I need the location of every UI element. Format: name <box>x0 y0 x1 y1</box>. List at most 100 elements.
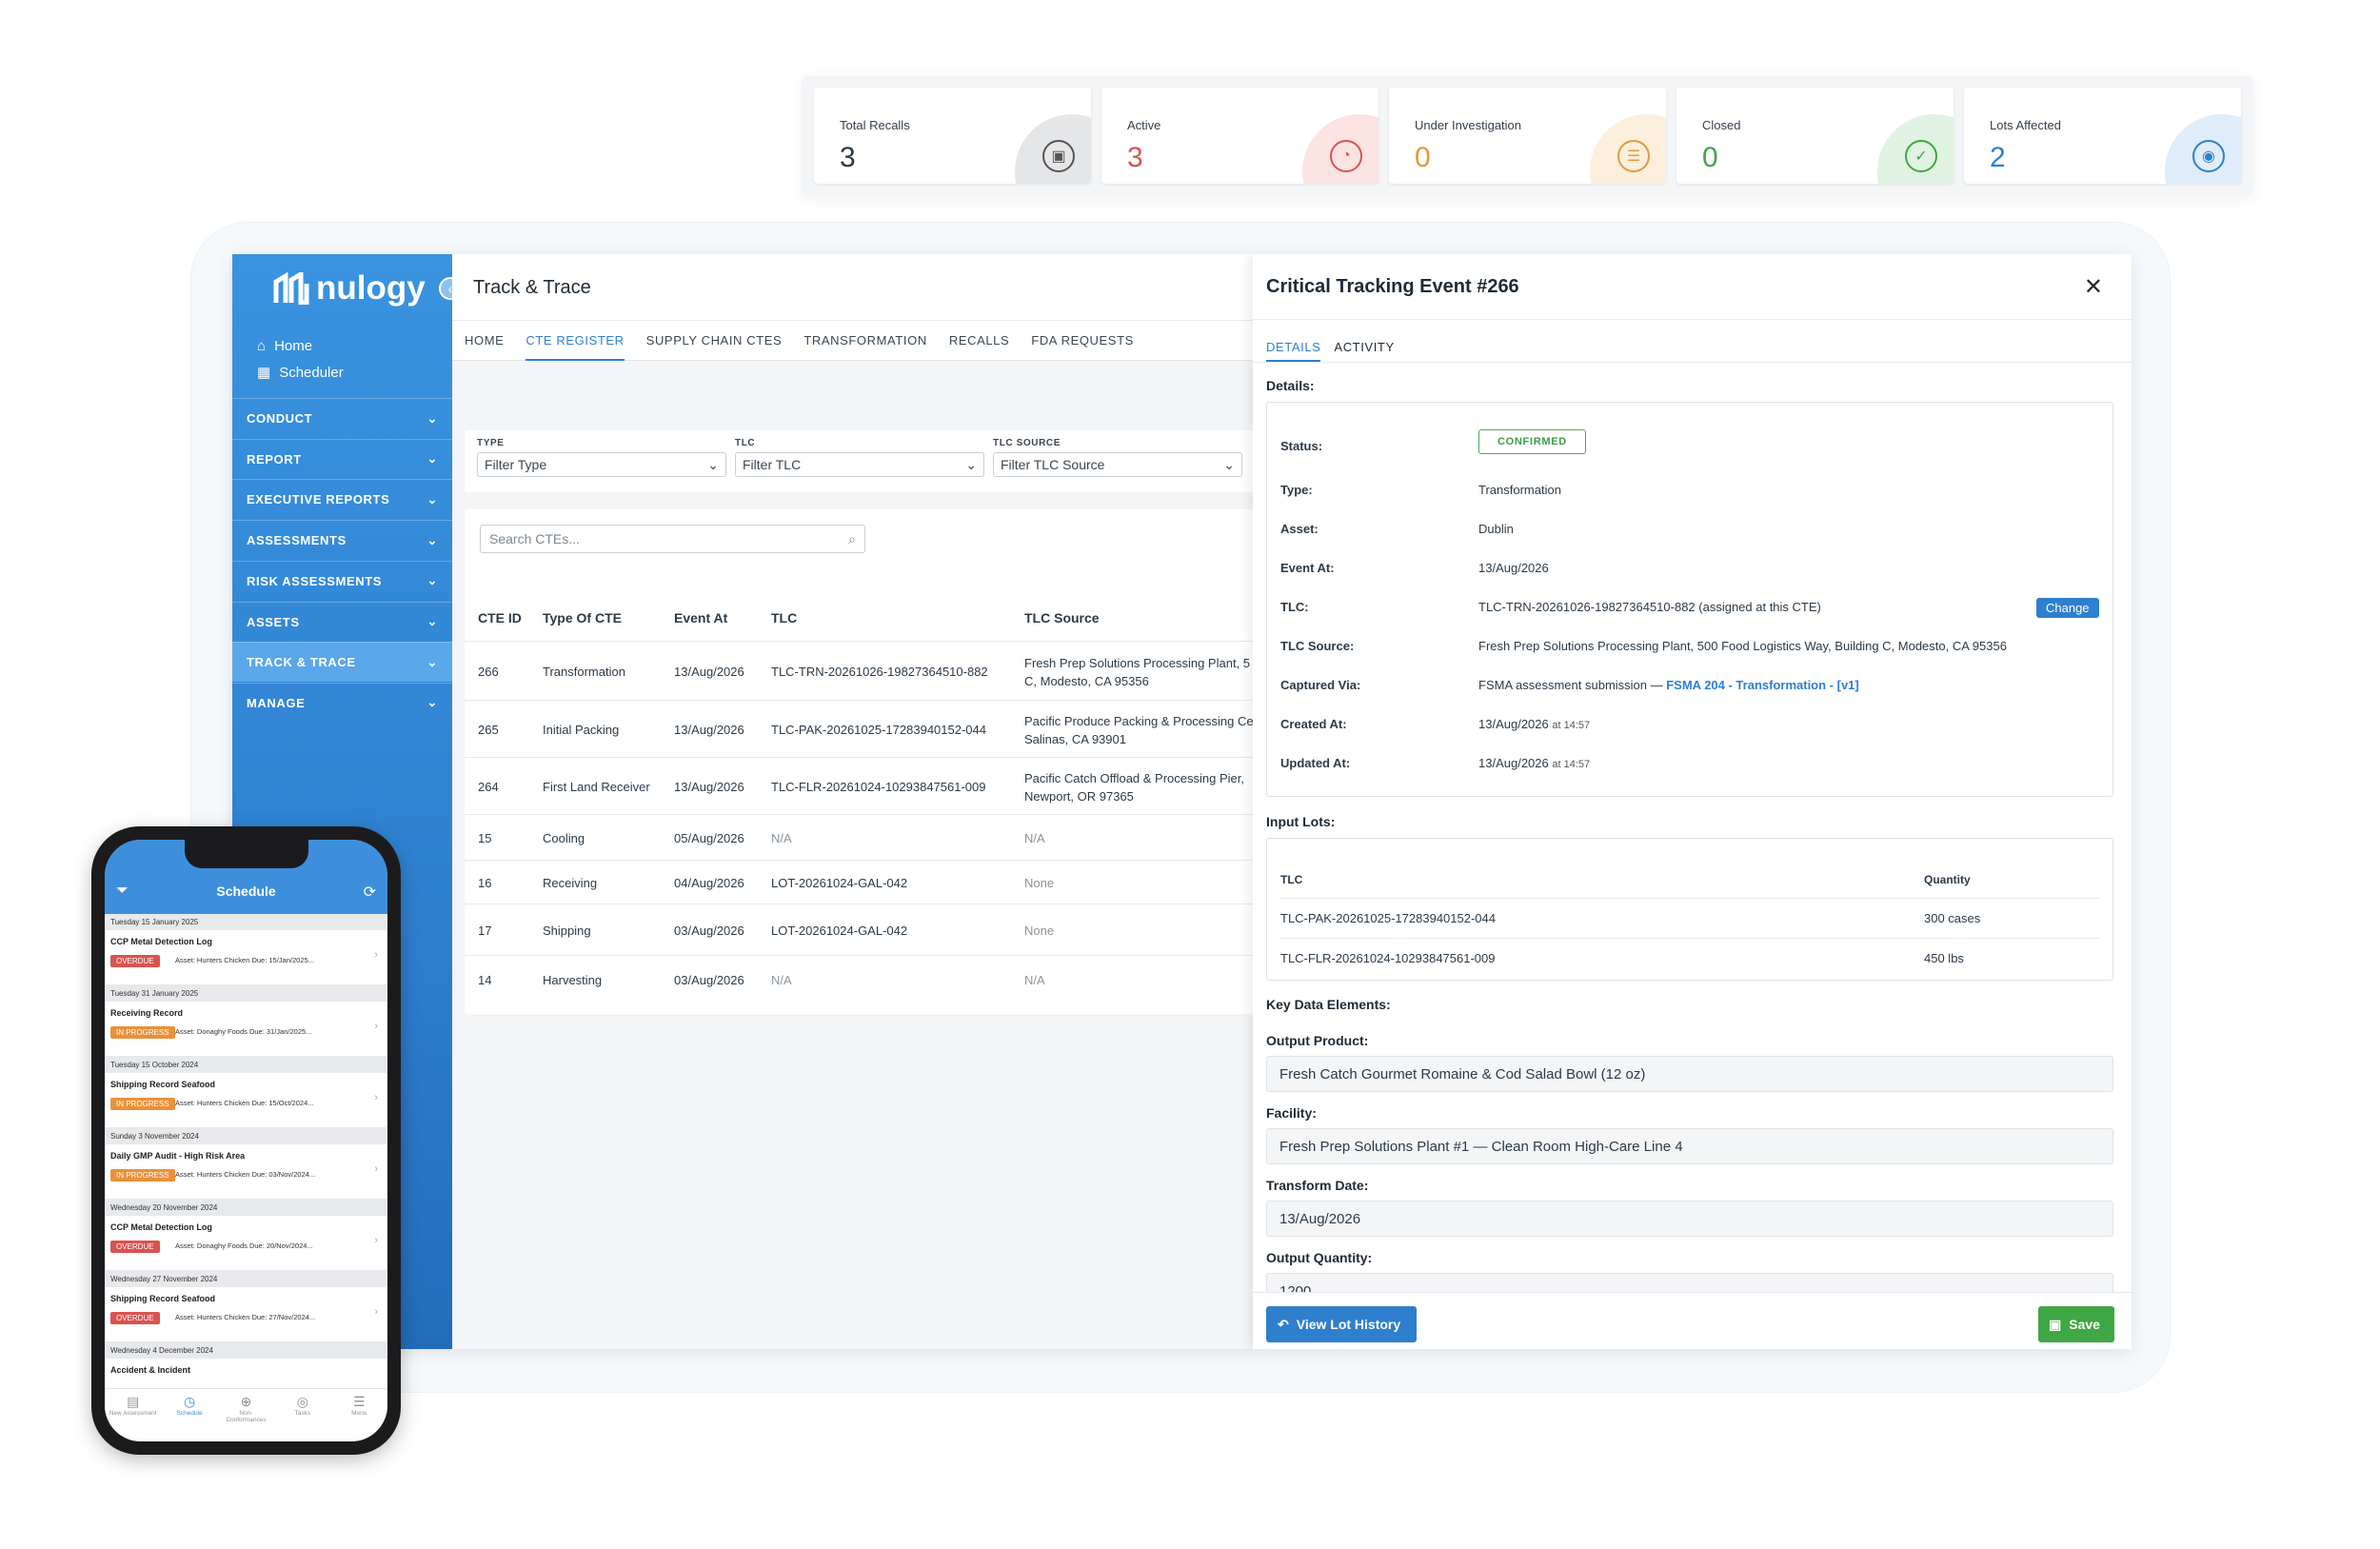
kde-field[interactable]: Fresh Prep Solutions Plant #1 — Clean Ro… <box>1266 1128 2113 1164</box>
sidebar-link-scheduler[interactable]: ▦ Scheduler <box>257 364 344 382</box>
view-lot-history-button[interactable]: ↶ View Lot History <box>1266 1306 1417 1342</box>
schedule-item[interactable]: Shipping Record Seafood IN PROGRESS Asset:… <box>105 1073 387 1128</box>
save-button[interactable]: ▣ Save <box>2038 1306 2114 1342</box>
sidebar-section-assessments[interactable]: ASSESSMENTS ⌄ <box>232 520 452 560</box>
sidebar-section-label: EXECUTIVE REPORTS <box>247 492 390 507</box>
sidebar-link-home[interactable]: ⌂ Home <box>257 338 312 354</box>
stat-card[interactable]: Total Recalls 3 ▣ <box>814 88 1091 184</box>
phone-notch <box>185 840 308 868</box>
chevron-right-icon: › <box>374 1306 378 1318</box>
column-header[interactable]: TLC <box>771 610 797 626</box>
stat-card[interactable]: Active 3 ◔ <box>1101 88 1378 184</box>
sidebar-section-executive-reports[interactable]: EXECUTIVE REPORTS ⌄ <box>232 479 452 519</box>
phone-tab-non-conformances[interactable]: ⊕ Non-Conformances <box>219 1394 272 1441</box>
phone-tab-schedule[interactable]: ◷ Schedule <box>163 1394 216 1441</box>
column-header[interactable]: Type Of CTE <box>543 610 622 626</box>
phone-tab-tasks[interactable]: ◎ Tasks <box>276 1394 329 1441</box>
tab-fda-requests[interactable]: FDA REQUESTS <box>1031 321 1134 361</box>
schedule-item[interactable]: Shipping Record Seafood OVERDUE Asset: Hun… <box>105 1287 387 1342</box>
table-cell-tlc: N/A <box>771 831 792 845</box>
schedule-date-header: Tuesday 15 October 2024 <box>105 1057 387 1073</box>
tab-transformation[interactable]: TRANSFORMATION <box>803 321 927 361</box>
schedule-date-header: Wednesday 27 November 2024 <box>105 1271 387 1287</box>
stat-card[interactable]: Lots Affected 2 ◉ <box>1964 88 2241 184</box>
sidebar-section-conduct[interactable]: CONDUCT ⌄ <box>232 398 452 438</box>
table-cell-id: 17 <box>478 923 492 938</box>
sidebar-section-track-trace[interactable]: TRACK & TRACE ⌄ <box>232 642 452 683</box>
tab-home[interactable]: HOME <box>465 321 504 361</box>
sidebar-section-assets[interactable]: ASSETS ⌄ <box>232 601 452 642</box>
sidebar-link-label: Home <box>274 338 313 354</box>
assessment-link[interactable]: FSMA 204 - Transformation - [v1] <box>1666 678 1859 692</box>
status-badge: CONFIRMED <box>1478 429 1586 454</box>
app-window: nulogy ⌂ Home ▦ Scheduler CONDUCT ⌄ REPORT ⌄ E… <box>232 254 2132 1349</box>
sidebar-section-manage[interactable]: MANAGE ⌄ <box>232 682 452 723</box>
detail-key: Asset: <box>1280 522 1319 536</box>
change-tlc-button[interactable]: Change <box>2036 598 2099 618</box>
schedule-item[interactable]: CCP Metal Detection Log OVERDUE Asset: Hun… <box>105 930 387 985</box>
filter-label: TLC <box>735 438 756 448</box>
input-lots-table: TLC Quantity TLC-PAK-20261025-17283940152-… <box>1266 838 2113 981</box>
column-header[interactable]: TLC Source <box>1024 610 1100 626</box>
table-cell-event: 05/Aug/2026 <box>674 831 744 845</box>
search-input[interactable]: Search CTEs... ⌕ <box>480 525 865 553</box>
table-cell-tlc: TLC-PAK-20261025-17283940152-044 <box>771 723 986 737</box>
home-icon: ⌂ <box>257 338 267 354</box>
schedule-item[interactable]: Receiving Record IN PROGRESS Asset: Donagh… <box>105 1002 387 1057</box>
tab-cte-register[interactable]: CTE REGISTER <box>526 321 625 361</box>
stat-card[interactable]: Under Investigation 0 ☰ <box>1389 88 1666 184</box>
schedule-date-header: Tuesday 31 January 2025 <box>105 985 387 1002</box>
table-cell-source-line2: Salinas, CA 93901 <box>1024 732 1126 746</box>
sidebar-section-label: MANAGE <box>247 695 306 710</box>
lots-row-divider <box>1280 898 2099 899</box>
clock-icon: ◷ <box>183 1394 196 1409</box>
schedule-item-name: Shipping Record Seafood <box>110 1080 216 1089</box>
column-header[interactable]: CTE ID <box>478 610 522 626</box>
kde-field[interactable]: 13/Aug/2026 <box>1266 1201 2113 1237</box>
schedule-date-header: Wednesday 4 December 2024 <box>105 1342 387 1359</box>
tab-recalls[interactable]: RECALLS <box>949 321 1009 361</box>
nulogy-logo-icon <box>273 272 309 305</box>
table-cell-id: 266 <box>478 665 499 679</box>
schedule-item[interactable]: CCP Metal Detection Log OVERDUE Asset: Don… <box>105 1216 387 1271</box>
phone-tab-menu[interactable]: ☰ Menu <box>332 1394 386 1441</box>
schedule-status-badge: IN PROGRESS <box>110 1169 175 1182</box>
chevron-right-icon: › <box>374 1092 378 1103</box>
filter-select[interactable]: Filter TLC ⌄ <box>735 452 984 477</box>
chevron-down-icon: ⌄ <box>426 614 438 628</box>
sidebar-section-risk-assessments[interactable]: RISK ASSESSMENTS ⌄ <box>232 560 452 601</box>
tab-details[interactable]: DETAILS <box>1266 340 1321 362</box>
detail-key: Updated At: <box>1280 756 1351 770</box>
schedule-status-badge: IN PROGRESS <box>110 1098 175 1110</box>
table-cell-tlc: LOT-20261024-GAL-042 <box>771 923 908 938</box>
schedule-date-header: Wednesday 20 November 2024 <box>105 1200 387 1216</box>
check-box-icon: ✓ <box>1905 140 1937 172</box>
table-cell-source: N/A <box>1024 973 1045 987</box>
lots-header-tlc: TLC <box>1280 873 1303 886</box>
page-title: Track & Trace <box>473 277 591 298</box>
tab-supply-chain-ctes[interactable]: SUPPLY CHAIN CTES <box>646 321 783 361</box>
schedule-item[interactable]: Daily GMP Audit - High Risk Area IN PROGR… <box>105 1144 387 1200</box>
filter-select[interactable]: Filter Type ⌄ <box>477 452 726 477</box>
sidebar-section-report[interactable]: REPORT ⌄ <box>232 438 452 479</box>
tab-activity[interactable]: ACTIVITY <box>1334 340 1394 362</box>
phone-tab-label: Schedule <box>176 1410 203 1417</box>
refresh-icon[interactable]: ⟳ <box>364 883 376 902</box>
chevron-down-icon: ⌄ <box>1223 457 1235 472</box>
clipboard-icon: ▤ <box>127 1394 140 1409</box>
lot-tlc: TLC-PAK-20261025-17283940152-044 <box>1280 911 1496 925</box>
phone-tab-new-assessment[interactable]: ▤ New Assessment <box>107 1394 160 1441</box>
detail-key: TLC: <box>1280 600 1309 614</box>
brand-logo[interactable]: nulogy <box>272 269 426 308</box>
column-header[interactable]: Event At <box>674 610 727 626</box>
filter-select[interactable]: Filter TLC Source ⌄ <box>993 452 1242 477</box>
kde-field[interactable]: Fresh Catch Gourmet Romaine & Cod Salad … <box>1266 1056 2113 1092</box>
filter-placeholder: Filter TLC Source <box>1001 457 1105 472</box>
sidebar-section-label: REPORT <box>247 451 302 467</box>
kde-label: Transform Date: <box>1266 1178 1369 1193</box>
lot-tlc: TLC-FLR-20261024-10293847561-009 <box>1280 951 1496 965</box>
close-icon[interactable]: ✕ <box>2084 273 2103 301</box>
stat-card[interactable]: Closed 0 ✓ <box>1676 88 1954 184</box>
sidebar-section-label: ASSESSMENTS <box>247 533 347 548</box>
kde-label: Facility: <box>1266 1105 1317 1121</box>
